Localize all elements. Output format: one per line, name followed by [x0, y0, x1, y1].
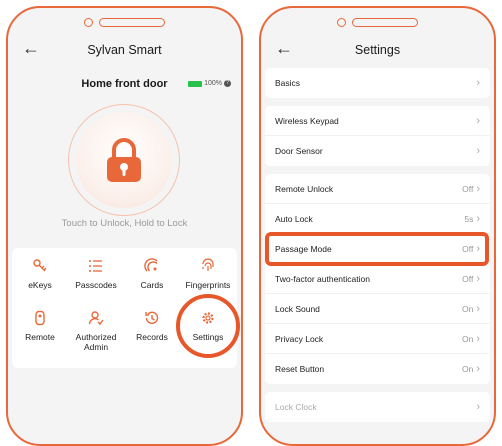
- setting-lock-clock[interactable]: Lock Clock ›: [265, 392, 490, 422]
- settings-group: Wireless Keypad › Door Sensor ›: [265, 106, 490, 166]
- grid-item-passcodes[interactable]: Passcodes: [68, 256, 124, 290]
- setting-two-factor-authentication[interactable]: Two-factor authentication Off ›: [265, 264, 490, 294]
- setting-label: Privacy Lock: [275, 333, 324, 344]
- chevron-right-icon: ›: [476, 182, 480, 195]
- touch-hint: Touch to Unlock, Hold to Lock: [61, 218, 188, 229]
- setting-label: Lock Sound: [275, 303, 320, 314]
- card-icon: [142, 256, 162, 276]
- page-title: Sylvan Smart: [87, 43, 162, 57]
- phone-notch: [336, 16, 419, 30]
- grid-item-records[interactable]: Records: [124, 308, 180, 342]
- chevron-right-icon: ›: [476, 145, 480, 157]
- setting-label: Lock Clock: [275, 402, 317, 412]
- grid-label: eKeys: [28, 280, 52, 290]
- chevron-right-icon: ›: [476, 401, 480, 413]
- setting-door-sensor[interactable]: Door Sensor ›: [265, 136, 490, 166]
- grid-item-cards[interactable]: Cards: [124, 256, 180, 290]
- grid-label: Authorized Admin: [75, 332, 117, 352]
- settings-highlight-circle: [176, 294, 240, 358]
- setting-label: Door Sensor: [275, 146, 323, 156]
- settings-group: Remote Unlock Off › Auto Lock 5s › Passage…: [265, 174, 490, 384]
- settings-group: Basics ›: [265, 68, 490, 98]
- padlock-icon: [107, 138, 141, 182]
- grid-item-remote[interactable]: Remote: [12, 308, 68, 342]
- setting-reset-button[interactable]: Reset Button On ›: [265, 354, 490, 384]
- setting-privacy-lock[interactable]: Privacy Lock On ›: [265, 324, 490, 354]
- passcode-icon: [86, 256, 106, 276]
- camera-dot: [336, 18, 346, 27]
- fingerprint-icon: [198, 256, 218, 276]
- left-topbar: ← Sylvan Smart: [8, 36, 241, 64]
- left-phone-frame: ← Sylvan Smart Home front door 100% ? To…: [6, 6, 243, 446]
- admin-icon: [86, 308, 106, 328]
- right-phone-frame: ← Settings Basics › Wireless Keypad › Do…: [259, 6, 496, 446]
- grid-item-authorized-admin[interactable]: Authorized Admin: [68, 308, 124, 352]
- chevron-right-icon: ›: [476, 302, 480, 315]
- setting-label: Auto Lock: [275, 213, 313, 224]
- camera-dot: [83, 18, 93, 27]
- grid-label: Records: [136, 332, 168, 342]
- setting-value: 5s: [464, 213, 474, 224]
- arrow-left-icon[interactable]: ←: [22, 38, 40, 59]
- remote-icon: [30, 308, 50, 328]
- setting-value: On: [461, 333, 474, 344]
- ekey-icon: [30, 256, 50, 276]
- setting-value: Off: [462, 183, 474, 194]
- grid-label: Passcodes: [75, 280, 117, 290]
- setting-label: Reset Button: [275, 364, 325, 374]
- chevron-right-icon: ›: [476, 363, 480, 375]
- help-icon[interactable]: ?: [224, 80, 231, 87]
- setting-label: Wireless Keypad: [275, 115, 339, 126]
- setting-wireless-keypad[interactable]: Wireless Keypad ›: [265, 106, 490, 136]
- speaker-bar: [351, 18, 418, 27]
- right-topbar: ← Settings: [261, 36, 494, 64]
- battery-level: 100%: [204, 80, 222, 87]
- setting-label: Basics: [275, 78, 301, 88]
- grid-item-fingerprints[interactable]: Fingerprints: [180, 256, 236, 290]
- arrow-left-icon[interactable]: ←: [275, 38, 293, 59]
- battery-icon: [188, 80, 203, 87]
- passage-mode-highlight-box: [265, 232, 489, 266]
- grid-label: Remote: [25, 332, 55, 342]
- chevron-right-icon: ›: [476, 332, 480, 345]
- lock-button-inner: [76, 112, 172, 208]
- setting-remote-unlock[interactable]: Remote Unlock Off ›: [265, 174, 490, 204]
- grid-label: Cards: [140, 280, 164, 290]
- setting-value: On: [461, 364, 474, 374]
- settings-group: Lock Clock ›: [265, 392, 490, 422]
- page-title: Settings: [354, 43, 401, 57]
- speaker-bar: [98, 18, 165, 27]
- phone-notch: [83, 16, 166, 30]
- chevron-right-icon: ›: [476, 77, 480, 89]
- chevron-right-icon: ›: [476, 212, 480, 225]
- chevron-right-icon: ›: [476, 114, 480, 127]
- setting-auto-lock[interactable]: Auto Lock 5s ›: [265, 204, 490, 234]
- grid-label: Fingerprints: [185, 280, 231, 290]
- grid-item-ekeys[interactable]: eKeys: [12, 256, 68, 290]
- setting-value: Off: [462, 273, 474, 284]
- setting-label: Two-factor authentication: [275, 273, 370, 284]
- setting-basics[interactable]: Basics ›: [265, 68, 490, 98]
- setting-lock-sound[interactable]: Lock Sound On ›: [265, 294, 490, 324]
- setting-label: Remote Unlock: [275, 183, 334, 194]
- battery-status: 100% ?: [188, 80, 231, 87]
- records-icon: [142, 308, 162, 328]
- setting-value: On: [461, 303, 474, 314]
- chevron-right-icon: ›: [476, 272, 480, 285]
- lock-button[interactable]: [68, 104, 180, 216]
